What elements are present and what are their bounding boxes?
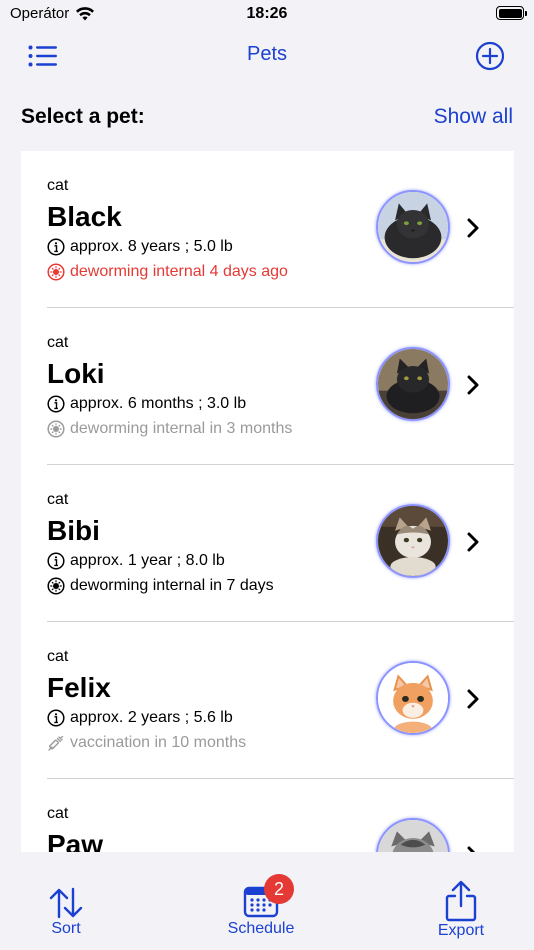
info-icon bbox=[47, 395, 65, 413]
pet-name: Bibi bbox=[47, 515, 100, 546]
section-header: Select a pet: Show all bbox=[21, 102, 513, 132]
pet-name: Felix bbox=[47, 672, 111, 703]
pet-info-text: approx. 1 year ; 8.0 lb bbox=[70, 552, 225, 569]
pet-row-felix[interactable]: cat Felix approx. 2 years ; 5.6 lb vacci… bbox=[21, 622, 514, 779]
pet-info-text: approx. 6 months ; 3.0 lb bbox=[70, 395, 247, 412]
bottom-toolbar: Sort 2 Schedule Export bbox=[0, 852, 534, 950]
pet-species: cat bbox=[47, 648, 69, 665]
pet-row-paw[interactable]: cat Paw bbox=[21, 779, 514, 852]
pet-info: approx. 6 months ; 3.0 lb bbox=[47, 395, 246, 413]
pet-status-text: vaccination in 10 months bbox=[70, 734, 247, 751]
sort-button[interactable]: Sort bbox=[36, 886, 96, 938]
schedule-button[interactable]: 2 Schedule bbox=[215, 874, 307, 938]
chevron-right-icon bbox=[467, 846, 476, 852]
page-title: Pets bbox=[246, 43, 288, 65]
pet-status: deworming internal in 7 days bbox=[47, 577, 274, 595]
syringe-icon bbox=[48, 735, 64, 751]
pet-list: cat Black approx. 8 years ; 5.0 lb dewor… bbox=[21, 151, 514, 852]
pet-name: Black bbox=[47, 201, 122, 232]
pet-photo bbox=[376, 190, 450, 264]
deworming-icon bbox=[47, 577, 65, 595]
pet-row-loki[interactable]: cat Loki approx. 6 months ; 3.0 lb dewor… bbox=[21, 308, 514, 465]
chevron-right-icon bbox=[467, 218, 479, 238]
pet-status-text: deworming internal 4 days ago bbox=[70, 263, 288, 280]
pet-info: approx. 2 years ; 5.6 lb bbox=[47, 709, 233, 727]
pet-status: vaccination in 10 months bbox=[47, 734, 246, 752]
info-icon bbox=[47, 238, 65, 256]
pet-info: approx. 1 year ; 8.0 lb bbox=[47, 552, 225, 570]
export-label: Export bbox=[437, 922, 485, 939]
pet-status: deworming internal 4 days ago bbox=[47, 263, 288, 281]
sort-arrows-icon bbox=[49, 887, 83, 919]
navigation-bar: Pets bbox=[0, 30, 534, 80]
chevron-right-icon bbox=[467, 532, 479, 552]
pet-status-text: deworming internal in 3 months bbox=[70, 420, 293, 437]
pet-status: deworming internal in 3 months bbox=[47, 420, 292, 438]
status-bar: Operátor 18:26 bbox=[0, 0, 534, 30]
export-button[interactable]: Export bbox=[424, 880, 498, 940]
pet-row-black[interactable]: cat Black approx. 8 years ; 5.0 lb dewor… bbox=[21, 151, 514, 308]
schedule-label: Schedule bbox=[227, 920, 295, 937]
pet-photo bbox=[376, 504, 450, 578]
pet-row-bibi[interactable]: cat Bibi approx. 1 year ; 8.0 lb dewormi… bbox=[21, 465, 514, 622]
status-time: 18:26 bbox=[246, 5, 288, 22]
battery-icon bbox=[496, 6, 527, 20]
pet-name: Paw bbox=[47, 829, 104, 852]
pet-status-text: deworming internal in 7 days bbox=[70, 577, 274, 594]
pet-info-text: approx. 8 years ; 5.0 lb bbox=[70, 238, 233, 255]
info-icon bbox=[47, 552, 65, 570]
pet-species: cat bbox=[47, 805, 69, 822]
schedule-badge: 2 bbox=[264, 874, 294, 904]
pet-photo bbox=[376, 661, 450, 735]
share-icon bbox=[445, 880, 477, 922]
info-icon bbox=[47, 709, 65, 727]
pet-name: Loki bbox=[47, 358, 105, 389]
section-title: Select a pet: bbox=[21, 105, 145, 128]
deworming-icon bbox=[47, 420, 65, 438]
add-pet-button[interactable] bbox=[474, 40, 506, 72]
pet-species: cat bbox=[47, 177, 69, 194]
pet-photo bbox=[376, 347, 450, 421]
chevron-right-icon bbox=[467, 689, 479, 709]
chevron-right-icon bbox=[467, 375, 479, 395]
pet-species: cat bbox=[47, 334, 69, 351]
show-all-button[interactable]: Show all bbox=[434, 105, 513, 129]
plus-circle-icon bbox=[475, 41, 505, 71]
pet-info: approx. 8 years ; 5.0 lb bbox=[47, 238, 233, 256]
pet-photo bbox=[376, 818, 450, 852]
pet-species: cat bbox=[47, 491, 69, 508]
sort-label: Sort bbox=[51, 920, 81, 937]
deworming-icon bbox=[47, 263, 65, 281]
pet-info-text: approx. 2 years ; 5.6 lb bbox=[70, 709, 233, 726]
